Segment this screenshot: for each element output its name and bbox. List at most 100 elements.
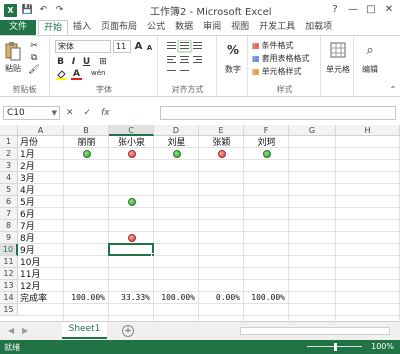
redo-icon[interactable]: ↷: [54, 5, 65, 16]
shrink-font-icon[interactable]: A: [144, 42, 155, 53]
font-color-icon[interactable]: A: [71, 69, 82, 80]
worksheet-grid[interactable]: A B C D E F G H 1 2 3 4 5 6 7 8 9 10 11 12 13 14 15 月份 丽丽 张小泉 刘星 张颖…: [0, 125, 400, 321]
month-cell[interactable]: 7月: [20, 220, 62, 231]
bold-button[interactable]: B: [55, 56, 66, 67]
month-cell[interactable]: 5月: [20, 196, 62, 207]
format-as-table-button[interactable]: ▦ 套用表格格式: [252, 53, 310, 64]
row-header-12[interactable]: 12: [0, 268, 18, 280]
tab-file[interactable]: 文件: [0, 20, 37, 35]
tab-data[interactable]: 数据: [170, 20, 198, 35]
cancel-icon[interactable]: ✕: [66, 108, 74, 118]
find-icon[interactable]: ⌕: [361, 41, 379, 59]
column-header-g[interactable]: G: [289, 125, 336, 136]
alignment-icons[interactable]: [165, 40, 211, 80]
row-header-2[interactable]: 2: [0, 148, 18, 160]
month-cell[interactable]: 4月: [20, 184, 62, 195]
header-cell[interactable]: 张小泉: [111, 136, 152, 147]
row-header-6[interactable]: 6: [0, 196, 18, 208]
fill-handle[interactable]: [151, 253, 155, 257]
selected-cell[interactable]: [108, 243, 155, 257]
paste-icon[interactable]: [4, 40, 22, 62]
phonetic-icon[interactable]: wén: [91, 69, 105, 77]
font-size-select[interactable]: 11: [113, 40, 131, 53]
row-header-1[interactable]: 1: [0, 136, 18, 148]
completion-rate-value[interactable]: 100.00%: [246, 292, 287, 303]
month-cell[interactable]: 9月: [20, 244, 62, 255]
month-cell[interactable]: 1月: [20, 148, 62, 159]
font-name-select[interactable]: 宋体: [55, 40, 111, 53]
row-header-15[interactable]: 15: [0, 304, 18, 316]
enter-icon[interactable]: ✓: [84, 108, 92, 118]
month-cell[interactable]: 8月: [20, 232, 62, 243]
completion-rate-value[interactable]: 100.00%: [156, 292, 197, 303]
column-header-e[interactable]: E: [199, 125, 244, 136]
row-header-9[interactable]: 9: [0, 232, 18, 244]
month-cell[interactable]: 6月: [20, 208, 62, 219]
column-header-a[interactable]: A: [18, 125, 64, 136]
name-box[interactable]: C10 ▼: [3, 106, 60, 120]
tab-view[interactable]: 视图: [226, 20, 254, 35]
tab-page-layout[interactable]: 页面布局: [96, 20, 142, 35]
row-header-10[interactable]: 10: [0, 244, 18, 256]
column-header-c[interactable]: C: [109, 125, 154, 136]
format-painter-icon[interactable]: 🖌: [28, 64, 40, 75]
fill-color-icon[interactable]: [55, 69, 67, 80]
underline-button[interactable]: U: [81, 56, 92, 67]
border-icon[interactable]: ⊞: [97, 56, 109, 67]
month-cell[interactable]: 3月: [20, 172, 62, 183]
copy-icon[interactable]: ⧉: [28, 52, 40, 63]
header-cell[interactable]: 刘星: [156, 136, 197, 147]
completion-rate-label[interactable]: 完成率: [20, 292, 62, 303]
column-header-b[interactable]: B: [64, 125, 109, 136]
close-button[interactable]: ✕: [380, 0, 398, 18]
insert-function-icon[interactable]: fx: [101, 108, 110, 118]
row-header-13[interactable]: 13: [0, 280, 18, 292]
italic-button[interactable]: I: [68, 56, 79, 67]
tab-insert[interactable]: 插入: [68, 20, 96, 35]
undo-icon[interactable]: ↶: [38, 5, 49, 16]
tab-developer[interactable]: 开发工具: [254, 20, 300, 35]
help-button[interactable]: ?: [326, 0, 344, 18]
month-cell[interactable]: 11月: [20, 268, 62, 279]
header-cell[interactable]: 张颖: [201, 136, 242, 147]
header-cell[interactable]: 刘珂: [246, 136, 287, 147]
row-header-5[interactable]: 5: [0, 184, 18, 196]
collapse-ribbon-icon[interactable]: ⌃: [388, 84, 398, 94]
tab-addins[interactable]: 加载项: [300, 20, 337, 35]
cut-icon[interactable]: ✂: [28, 40, 40, 51]
completion-rate-value[interactable]: 0.00%: [201, 292, 242, 303]
month-cell[interactable]: 12月: [20, 280, 62, 291]
formula-input[interactable]: [160, 106, 396, 120]
tab-home[interactable]: 开始: [38, 20, 69, 35]
header-cell[interactable]: 丽丽: [66, 136, 107, 147]
percent-icon[interactable]: %: [225, 42, 241, 58]
cells-icon[interactable]: [329, 41, 347, 59]
column-header-h[interactable]: H: [336, 125, 400, 136]
row-header-3[interactable]: 3: [0, 160, 18, 172]
next-sheet-icon[interactable]: ▶: [22, 326, 28, 335]
cell-styles-button[interactable]: ▦ 单元格样式: [252, 66, 302, 77]
month-cell[interactable]: 10月: [20, 256, 62, 267]
minimize-button[interactable]: —: [344, 0, 362, 18]
row-header-4[interactable]: 4: [0, 172, 18, 184]
row-header-8[interactable]: 8: [0, 220, 18, 232]
zoom-level[interactable]: 100%: [371, 342, 394, 351]
column-header-d[interactable]: D: [154, 125, 199, 136]
prev-sheet-icon[interactable]: ◀: [8, 326, 14, 335]
horizontal-scrollbar[interactable]: [240, 327, 390, 335]
column-header-f[interactable]: F: [244, 125, 289, 136]
restore-button[interactable]: □: [362, 0, 380, 18]
row-header-7[interactable]: 7: [0, 208, 18, 220]
grow-font-icon[interactable]: A: [133, 41, 144, 52]
save-icon[interactable]: 💾: [22, 5, 33, 16]
select-all-button[interactable]: [0, 125, 18, 136]
row-header-14[interactable]: 14: [0, 292, 18, 304]
completion-rate-value[interactable]: 100.00%: [66, 292, 107, 303]
completion-rate-value[interactable]: 33.33%: [111, 292, 152, 303]
row-header-11[interactable]: 11: [0, 256, 18, 268]
tab-formulas[interactable]: 公式: [142, 20, 170, 35]
add-sheet-button[interactable]: +: [122, 325, 134, 337]
sheet-tab-sheet1[interactable]: Sheet1: [62, 322, 107, 339]
header-cell[interactable]: 月份: [20, 136, 62, 147]
tab-review[interactable]: 审阅: [198, 20, 226, 35]
